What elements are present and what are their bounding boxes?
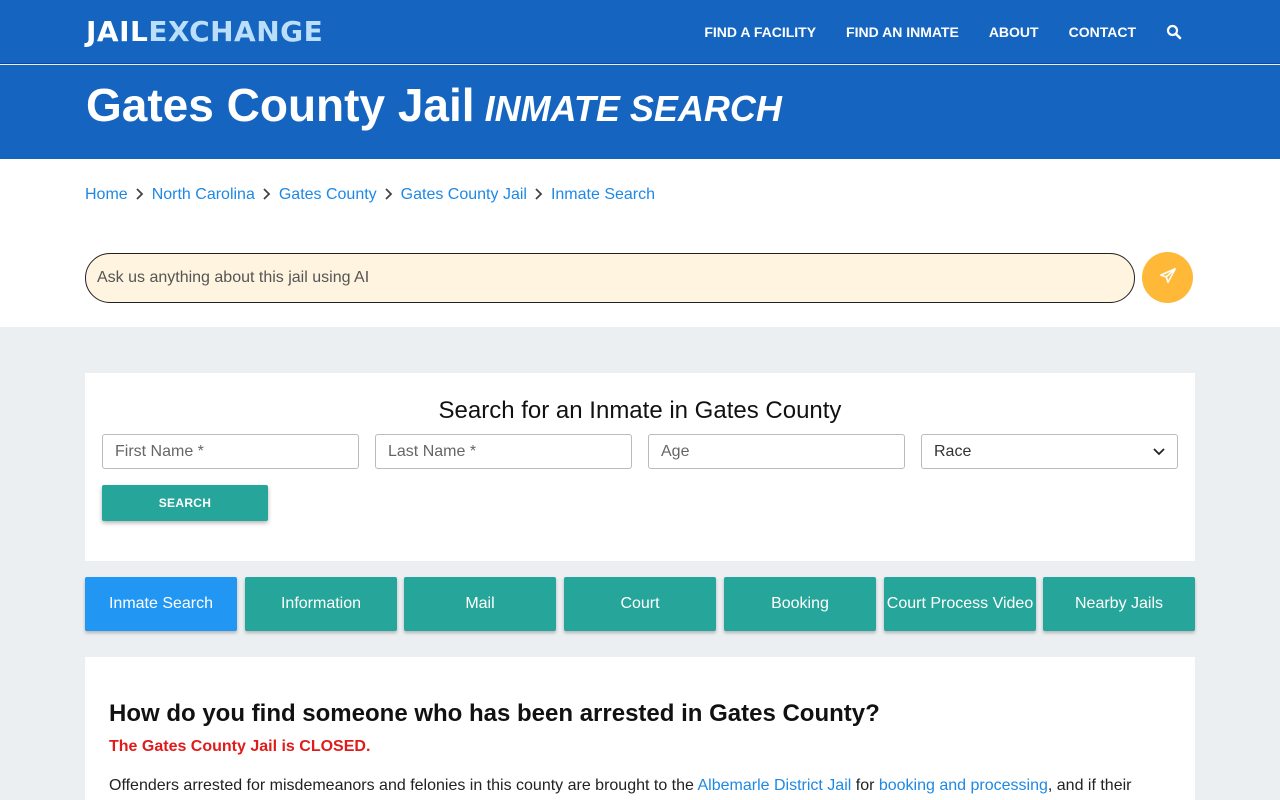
paper-plane-icon [1159, 267, 1177, 288]
article-paragraph: Offenders arrested for misdemeanors and … [109, 776, 1169, 796]
breadcrumb: Home North Carolina Gates County Gates C… [85, 186, 655, 204]
logo-part1: JAIL [86, 15, 149, 48]
breadcrumb-jail[interactable]: Gates County Jail [401, 186, 527, 204]
section-tabs: Inmate Search Information Mail Court Boo… [85, 577, 1195, 631]
chevron-right-icon [255, 187, 279, 203]
tab-mail[interactable]: Mail [404, 577, 556, 631]
hero-banner: Gates County Jail INMATE SEARCH [0, 65, 1280, 159]
tab-nearby-jails[interactable]: Nearby Jails [1043, 577, 1195, 631]
article-heading: How do you find someone who has been arr… [109, 700, 880, 727]
logo-part2: EXCHANGE [148, 15, 324, 48]
inmate-search-card: Search for an Inmate in Gates County Rac… [85, 373, 1195, 561]
tab-court-process-video[interactable]: Court Process Video [884, 577, 1036, 631]
chevron-right-icon [527, 187, 551, 203]
race-select[interactable]: Race [921, 434, 1178, 469]
race-select-value: Race [934, 442, 972, 460]
breadcrumb-state[interactable]: North Carolina [152, 186, 255, 204]
tab-inmate-search[interactable]: Inmate Search [85, 577, 237, 631]
breadcrumb-inmate-search[interactable]: Inmate Search [551, 186, 655, 204]
search-card-title: Search for an Inmate in Gates County [438, 397, 842, 424]
last-name-input[interactable] [375, 434, 632, 469]
breadcrumb-section: Home North Carolina Gates County Gates C… [0, 159, 1280, 327]
chevron-right-icon [377, 187, 401, 203]
nav-link-find-inmate[interactable]: FIND AN INMATE [846, 24, 959, 40]
paragraph-text-end: , and if their [1047, 777, 1132, 794]
nav-link-contact[interactable]: CONTACT [1069, 24, 1136, 40]
paragraph-text-start: Offenders arrested for misdemeanors and … [109, 777, 698, 794]
chevron-down-icon [1153, 443, 1165, 461]
tab-court[interactable]: Court [564, 577, 716, 631]
page-title-main: Gates County Jail [86, 79, 475, 131]
age-input[interactable] [648, 434, 905, 469]
top-navbar: JAILEXCHANGE FIND A FACILITY FIND AN INM… [0, 0, 1280, 64]
nav-links: FIND A FACILITY FIND AN INMATE ABOUT CON… [674, 0, 1182, 64]
paragraph-text-mid: for [851, 777, 879, 794]
chevron-right-icon [128, 187, 152, 203]
tab-information[interactable]: Information [245, 577, 397, 631]
albemarle-jail-link[interactable]: Albemarle District Jail [697, 777, 851, 794]
article-content: How do you find someone who has been arr… [85, 657, 1195, 800]
closed-notice: The Gates County Jail is CLOSED. [109, 738, 371, 755]
page-subtitle: INMATE SEARCH [484, 88, 782, 129]
nav-link-about[interactable]: ABOUT [989, 24, 1039, 40]
search-icon[interactable] [1166, 24, 1182, 40]
site-logo[interactable]: JAILEXCHANGE [86, 14, 323, 50]
first-name-input[interactable] [102, 434, 359, 469]
ai-send-button[interactable] [1142, 252, 1193, 303]
breadcrumb-home[interactable]: Home [85, 186, 128, 204]
booking-processing-link[interactable]: booking and processing [879, 777, 1048, 794]
tab-booking[interactable]: Booking [724, 577, 876, 631]
page-title: Gates County Jail INMATE SEARCH [86, 79, 782, 135]
nav-link-find-facility[interactable]: FIND A FACILITY [704, 24, 816, 40]
ai-question-input[interactable] [85, 253, 1135, 303]
breadcrumb-county[interactable]: Gates County [279, 186, 377, 204]
search-button[interactable]: SEARCH [102, 485, 268, 521]
